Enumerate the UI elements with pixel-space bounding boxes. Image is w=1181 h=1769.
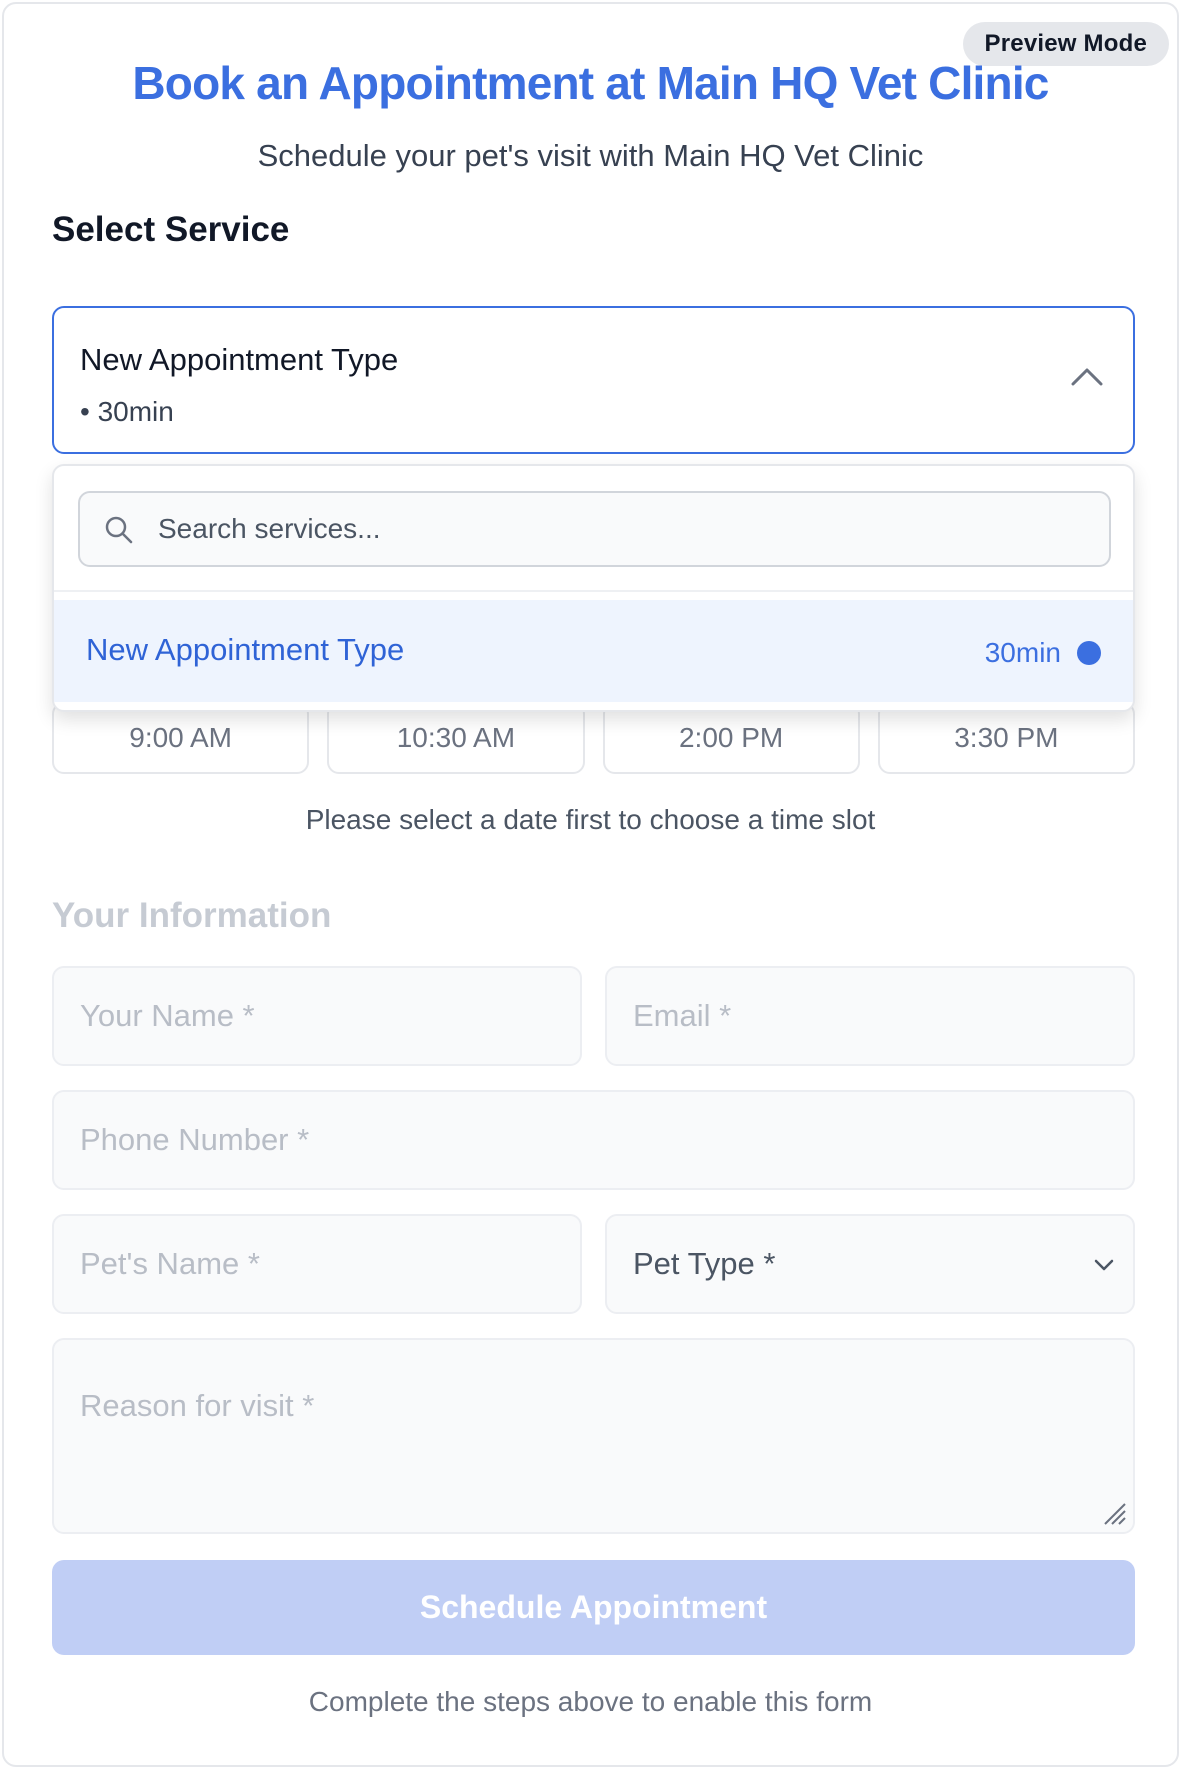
service-select[interactable]: New Appointment Type • 30min [52,306,1135,454]
pet-type-label: Pet Type * [633,1246,776,1281]
email-input[interactable]: Email * [605,966,1135,1066]
time-slot-grid: 9:00 AM 10:30 AM 2:00 PM 3:30 PM [52,702,1135,774]
time-slot-hint: Please select a date first to choose a t… [305,804,876,835]
time-slot[interactable]: 2:00 PM [602,702,860,774]
submit-hint: Complete the steps above to enable this … [308,1686,873,1717]
reason-textarea[interactable]: Reason for visit * [52,1338,1135,1534]
time-slot[interactable]: 10:30 AM [327,702,585,774]
chevron-down-icon [1094,1259,1114,1271]
email-placeholder: Email * [633,998,732,1033]
selected-dot-icon [1077,641,1101,665]
your-information-heading: Your Information [52,896,332,935]
phone-placeholder: Phone Number * [80,1122,310,1157]
service-dropdown: New Appointment Type 30min [52,464,1135,712]
time-slot[interactable]: 3:30 PM [877,702,1135,774]
schedule-appointment-button[interactable]: Schedule Appointment [52,1560,1135,1655]
service-option[interactable]: New Appointment Type 30min [54,600,1133,702]
time-slot[interactable]: 9:00 AM [52,702,310,774]
pet-type-select[interactable]: Pet Type * [605,1214,1135,1314]
page-subtitle: Schedule your pet's visit with Main HQ V… [257,138,924,173]
your-name-input[interactable]: Your Name * [52,966,582,1066]
select-service-heading: Select Service [52,210,290,249]
your-name-placeholder: Your Name * [80,998,255,1033]
reason-placeholder: Reason for visit * [80,1388,315,1423]
pet-name-input[interactable]: Pet's Name * [52,1214,582,1314]
chevron-up-icon [1071,368,1103,386]
page-title: Book an Appointment at Main HQ Vet Clini… [132,57,1049,109]
service-option-name: New Appointment Type [86,632,405,667]
selected-service-duration: • 30min [80,396,174,427]
dropdown-divider [54,590,1133,592]
service-search-input[interactable] [158,493,1098,565]
phone-input[interactable]: Phone Number * [52,1090,1135,1190]
search-icon [105,516,133,544]
service-search-box[interactable] [78,491,1111,567]
service-option-duration: 30min [984,637,1061,668]
pet-name-placeholder: Pet's Name * [80,1246,260,1281]
resize-handle-icon[interactable] [1099,1498,1127,1526]
selected-service-name: New Appointment Type [80,342,399,377]
